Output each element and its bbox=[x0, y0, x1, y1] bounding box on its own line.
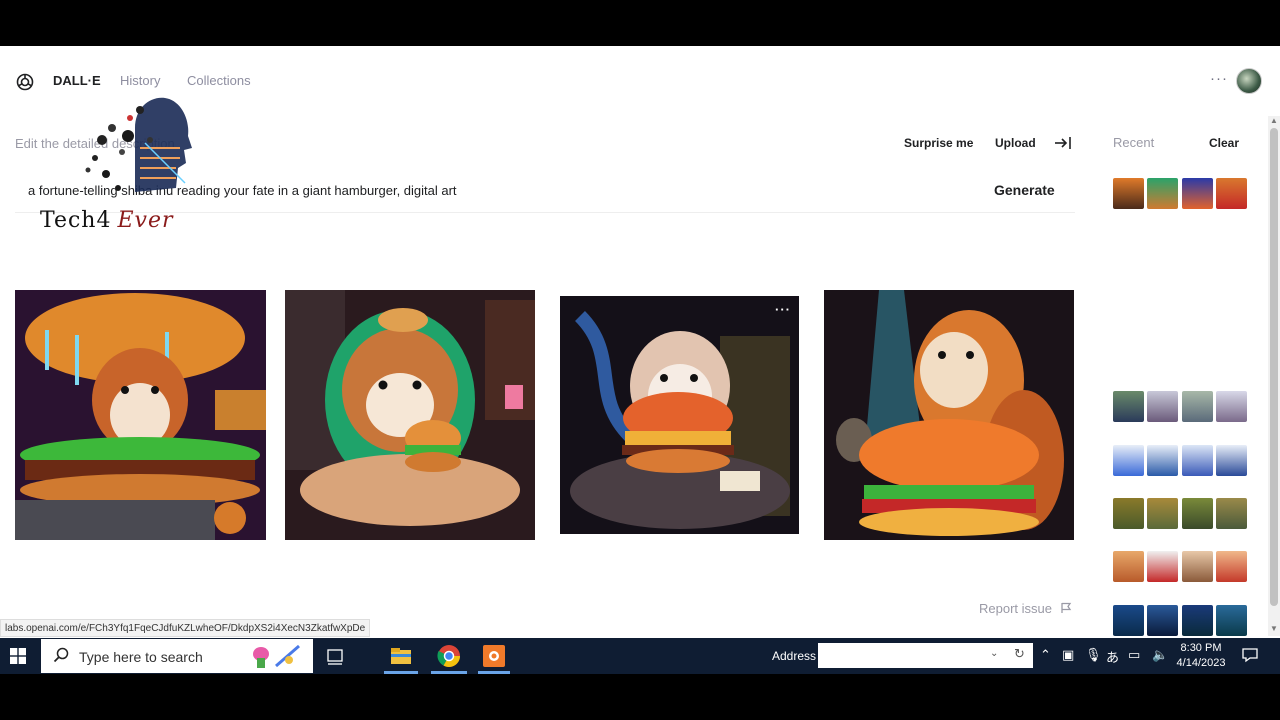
recent-thumb[interactable] bbox=[1113, 498, 1144, 529]
recent-thumb[interactable] bbox=[1216, 551, 1247, 582]
file-explorer-icon[interactable] bbox=[388, 643, 414, 669]
tray-network-device-icon[interactable]: ▣ bbox=[1062, 647, 1074, 663]
recent-thumb[interactable] bbox=[1216, 178, 1247, 209]
recent-thumb[interactable] bbox=[1182, 391, 1213, 422]
openai-logo-icon[interactable] bbox=[15, 72, 35, 92]
surprise-me-button[interactable]: Surprise me bbox=[904, 136, 973, 150]
recent-thumb[interactable] bbox=[1216, 445, 1247, 476]
chrome-icon[interactable] bbox=[436, 643, 462, 669]
search-highlight-decoration-icon bbox=[253, 644, 300, 668]
search-placeholder: Type here to search bbox=[79, 649, 203, 665]
recent-thumb[interactable] bbox=[1216, 391, 1247, 422]
recorder-app-icon[interactable] bbox=[481, 643, 507, 669]
recent-thumb[interactable] bbox=[1182, 498, 1213, 529]
taskbar-clock[interactable]: 8:30 PM 4/14/2023 bbox=[1172, 641, 1230, 671]
flag-icon bbox=[1060, 602, 1071, 613]
recent-thumb[interactable] bbox=[1113, 551, 1144, 582]
status-bar-url: labs.openai.com/e/FCh3Yfq1FqeCJdfuKZLwhe… bbox=[0, 619, 371, 637]
windows-start-icon[interactable] bbox=[10, 648, 26, 664]
scroll-down-arrow-icon[interactable]: ▼ bbox=[1270, 624, 1278, 633]
recent-thumb[interactable] bbox=[1147, 498, 1178, 529]
recent-thumb[interactable] bbox=[1147, 551, 1178, 582]
report-issue-link[interactable]: Report issue bbox=[979, 601, 1072, 616]
scrollbar-thumb[interactable] bbox=[1270, 128, 1278, 606]
clock-date: 4/14/2023 bbox=[1176, 657, 1226, 669]
address-dropdown-icon[interactable]: ⌄ bbox=[990, 648, 998, 659]
recent-thumb[interactable] bbox=[1147, 391, 1178, 422]
tray-volume-icon[interactable]: 🔈 bbox=[1152, 647, 1168, 663]
clear-history-button[interactable]: Clear bbox=[1209, 136, 1239, 150]
upload-button[interactable]: Upload bbox=[995, 136, 1036, 150]
recent-thumb[interactable] bbox=[1113, 391, 1144, 422]
watermark-text: Tech4 Ever bbox=[40, 208, 174, 233]
tray-language-icon[interactable]: あ bbox=[1106, 647, 1119, 666]
collapse-sidebar-icon[interactable] bbox=[1054, 135, 1072, 151]
tray-wifi-icon[interactable]: ▭ bbox=[1128, 647, 1140, 663]
explorer-active-indicator bbox=[384, 671, 418, 674]
user-avatar[interactable] bbox=[1236, 68, 1262, 94]
recent-thumb[interactable] bbox=[1147, 178, 1178, 209]
task-view-icon[interactable] bbox=[322, 643, 348, 669]
recent-thumb[interactable] bbox=[1182, 605, 1213, 636]
search-icon bbox=[53, 647, 69, 663]
image-more-options-button[interactable]: ··· bbox=[775, 302, 791, 317]
generate-button[interactable]: Generate bbox=[994, 182, 1055, 198]
more-options-button[interactable]: ··· bbox=[1210, 70, 1228, 87]
clock-time: 8:30 PM bbox=[1180, 642, 1222, 654]
scroll-up-arrow-icon[interactable]: ▲ bbox=[1270, 116, 1278, 125]
recent-thumb[interactable] bbox=[1147, 605, 1178, 636]
recent-thumb[interactable] bbox=[1113, 178, 1144, 209]
chrome-active-indicator bbox=[431, 671, 467, 674]
recent-thumb[interactable] bbox=[1216, 498, 1247, 529]
tray-chevron-up-icon[interactable]: ⌃ bbox=[1040, 647, 1051, 663]
page-scrollbar[interactable]: ▲ ▼ bbox=[1268, 116, 1280, 636]
nav-collections[interactable]: Collections bbox=[187, 73, 251, 88]
result-image-2[interactable] bbox=[285, 290, 535, 540]
taskbar-search-box[interactable]: Type here to search bbox=[41, 639, 313, 673]
notification-center-icon[interactable] bbox=[1242, 647, 1258, 663]
address-input[interactable]: ⌄ ↻ bbox=[818, 643, 1033, 668]
recent-label: Recent bbox=[1113, 135, 1155, 150]
address-toolbar-label: Address bbox=[772, 649, 817, 663]
browser-viewport: DALL·E History Collections ··· Edit the … bbox=[0, 46, 1280, 674]
result-image-3[interactable]: ··· bbox=[560, 296, 799, 534]
recorder-active-indicator bbox=[478, 671, 510, 674]
recent-thumb[interactable] bbox=[1182, 178, 1213, 209]
nav-history[interactable]: History bbox=[120, 73, 160, 88]
report-issue-label: Report issue bbox=[979, 601, 1052, 616]
watermark-text-ever: Ever bbox=[117, 208, 174, 233]
recent-thumb[interactable] bbox=[1113, 445, 1144, 476]
address-go-icon[interactable]: ↻ bbox=[1014, 646, 1025, 662]
watermark-text-main: Tech4 bbox=[40, 208, 112, 233]
tray-microphone-icon[interactable]: 🎙 bbox=[1085, 647, 1102, 663]
recent-thumb[interactable] bbox=[1147, 445, 1178, 476]
brand-title[interactable]: DALL·E bbox=[53, 73, 101, 88]
result-image-1[interactable] bbox=[15, 290, 266, 540]
recent-thumb[interactable] bbox=[1113, 605, 1144, 636]
windows-taskbar: Type here to search Address ⌄ ↻ ⌃ ▣ 🎙 あ bbox=[0, 638, 1280, 674]
recent-thumb[interactable] bbox=[1182, 445, 1213, 476]
recent-thumb[interactable] bbox=[1182, 551, 1213, 582]
result-image-4[interactable] bbox=[824, 290, 1074, 540]
recent-thumb[interactable] bbox=[1216, 605, 1247, 636]
